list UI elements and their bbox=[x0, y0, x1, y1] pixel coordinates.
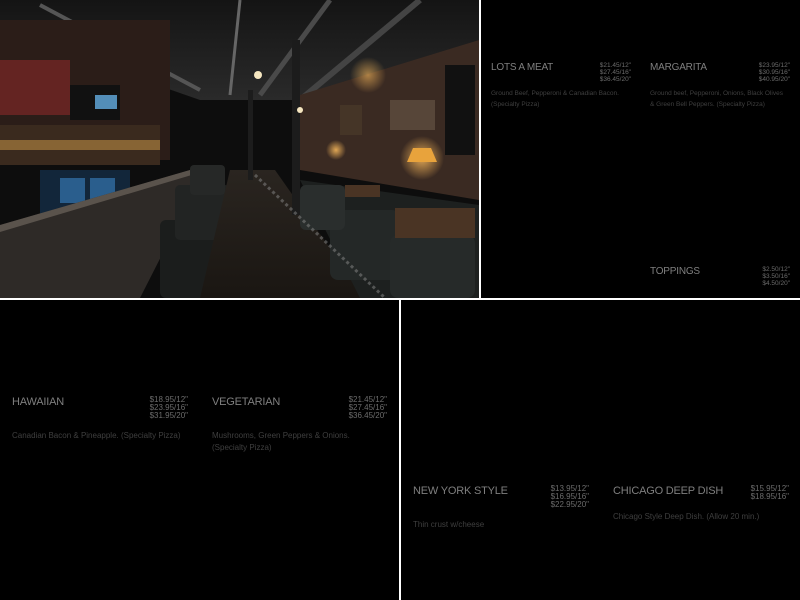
menu-item-toppings: TOPPINGS $2.50/12" $3.50/16" $4.50/20" bbox=[650, 266, 790, 296]
item-prices: $2.50/12" $3.50/16" $4.50/20" bbox=[762, 266, 790, 287]
price-20: $36.45/20" bbox=[348, 411, 387, 420]
item-description: Ground Beef, Pepperoni & Canadian Bacon.… bbox=[491, 90, 619, 108]
item-prices: $15.95/12" $18.95/16" bbox=[751, 485, 789, 501]
item-prices: $18.95/12" $23.95/16" $31.95/20" bbox=[150, 396, 188, 420]
price-16: $30.95/16" bbox=[758, 69, 790, 76]
item-prices: $13.95/12" $16.95/16" $22.95/20" bbox=[551, 485, 589, 509]
price-12: $21.45/12" bbox=[599, 62, 631, 69]
price-20: $22.95/20" bbox=[550, 500, 589, 509]
price-20: $36.45/20" bbox=[599, 76, 631, 83]
menu-panel-specialty-1: LOTS A MEAT $21.45/12" $27.45/16" $36.45… bbox=[481, 0, 800, 298]
item-prices: $21.45/12" $27.45/16" $36.45/20" bbox=[600, 62, 631, 83]
item-name: VEGETARIAN bbox=[212, 396, 281, 408]
restaurant-bar-photo bbox=[0, 0, 479, 298]
menu-panel-specialty-2: HAWAIIAN $18.95/12" $23.95/16" $31.95/20… bbox=[0, 300, 399, 600]
menu-item-margarita: MARGARITA $23.95/12" $30.95/16" $40.95/2… bbox=[650, 62, 790, 112]
item-name: HAWAIIAN bbox=[12, 396, 64, 408]
item-prices: $21.45/12" $27.45/16" $36.45/20" bbox=[349, 396, 387, 420]
item-name: LOTS A MEAT bbox=[491, 62, 554, 73]
item-description: Mushrooms, Green Peppers & Onions. (Spec… bbox=[212, 431, 350, 452]
item-name: TOPPINGS bbox=[650, 266, 700, 277]
price-20: $40.95/20" bbox=[758, 76, 790, 83]
menu-item-chicago-deep-dish: CHICAGO DEEP DISH $15.95/12" $18.95/16" … bbox=[613, 485, 789, 535]
price-16: $27.45/16" bbox=[599, 69, 631, 76]
price-12: $23.95/12" bbox=[758, 62, 790, 69]
item-description: Thin crust w/cheese bbox=[413, 520, 485, 529]
item-name: NEW YORK STYLE bbox=[413, 485, 508, 497]
item-name: MARGARITA bbox=[650, 62, 707, 73]
price-20: $31.95/20" bbox=[149, 411, 188, 420]
item-name: CHICAGO DEEP DISH bbox=[613, 485, 724, 497]
menu-item-hawaiian: HAWAIIAN $18.95/12" $23.95/16" $31.95/20… bbox=[12, 396, 188, 456]
menu-panel-classic: NEW YORK STYLE $13.95/12" $16.95/16" $22… bbox=[401, 300, 800, 600]
item-description: Canadian Bacon & Pineapple. (Specialty P… bbox=[12, 431, 181, 440]
menu-item-vegetarian: VEGETARIAN $21.45/12" $27.45/16" $36.45/… bbox=[212, 396, 387, 456]
bar-interior-image bbox=[0, 0, 479, 298]
item-description: Ground beef, Pepperoni, Onions, Black Ol… bbox=[650, 90, 783, 108]
item-prices: $23.95/12" $30.95/16" $40.95/20" bbox=[759, 62, 790, 83]
price-12: $2.50/12" bbox=[762, 266, 790, 273]
item-description: Chicago Style Deep Dish. (Allow 20 min.) bbox=[613, 512, 760, 521]
price-16: $3.50/16" bbox=[762, 273, 790, 280]
price-20: $4.50/20" bbox=[762, 280, 790, 287]
menu-item-lots-a-meat: LOTS A MEAT $21.45/12" $27.45/16" $36.45… bbox=[491, 62, 631, 112]
menu-item-new-york-style: NEW YORK STYLE $13.95/12" $16.95/16" $22… bbox=[413, 485, 589, 535]
price-16: $18.95/16" bbox=[750, 492, 789, 501]
